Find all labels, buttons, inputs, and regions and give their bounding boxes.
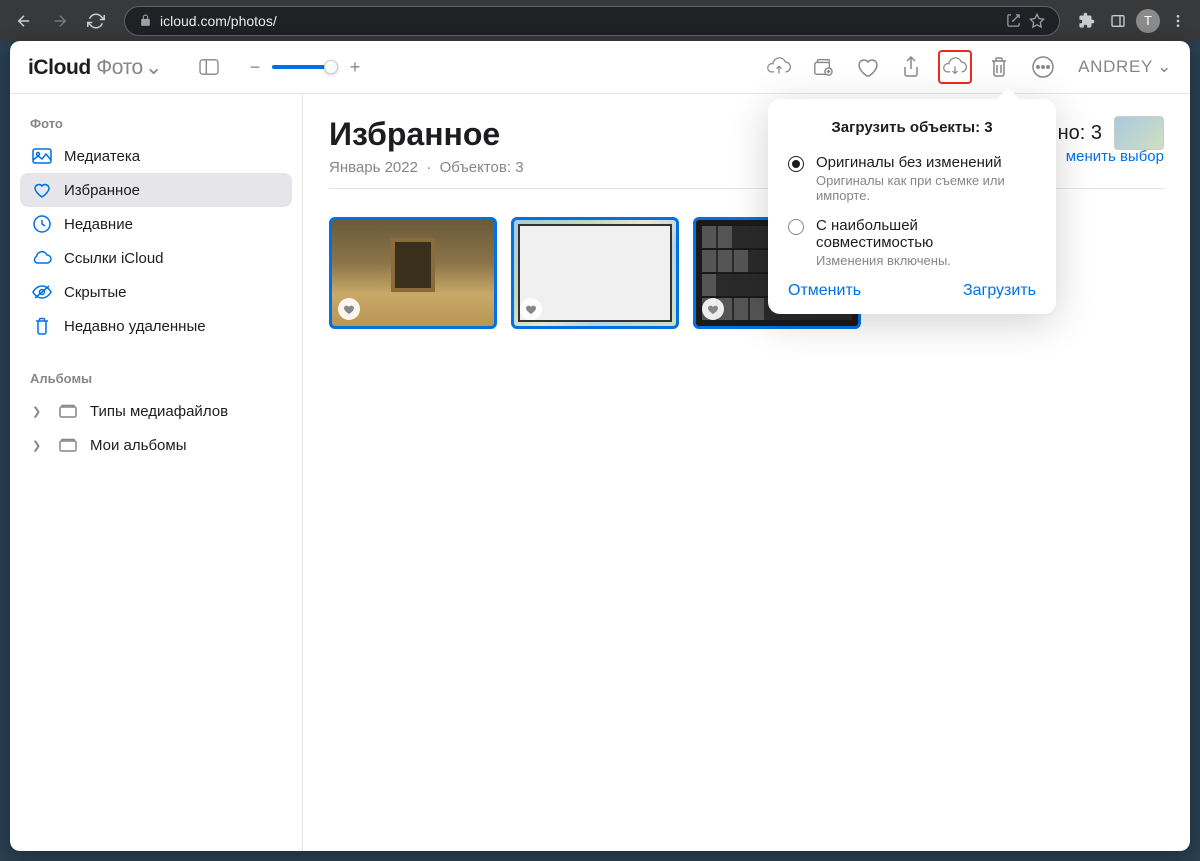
sidebar-toggle-button[interactable] [192, 50, 226, 84]
sidebar: Фото Медиатека Избранное Недавние Ссылки… [10, 94, 303, 851]
photo-thumb[interactable] [511, 217, 679, 329]
download-button[interactable] [938, 50, 972, 84]
zoom-slider[interactable] [272, 65, 338, 69]
cloud-icon [32, 248, 52, 268]
sidebar-item-media-types[interactable]: ❯Типы медиафайлов [20, 394, 292, 428]
icloud-photos-app: iCloud Фото⌄ − + ANDREY⌄ Фото Медиатека … [10, 41, 1190, 851]
sidebar-item-icloud-links[interactable]: Ссылки iCloud [20, 241, 292, 275]
radio-icon [788, 219, 804, 235]
url-bar[interactable]: icloud.com/photos/ [124, 6, 1060, 36]
add-album-button[interactable] [806, 50, 840, 84]
heart-icon [520, 298, 542, 320]
sidebar-item-my-albums[interactable]: ❯Мои альбомы [20, 428, 292, 462]
back-button[interactable] [8, 5, 40, 37]
sidebar-item-hidden[interactable]: Скрытые [20, 275, 292, 309]
reload-button[interactable] [80, 5, 112, 37]
heart-icon [702, 298, 724, 320]
favorite-button[interactable] [850, 50, 884, 84]
folder-icon [58, 435, 78, 455]
zoom-in-button[interactable]: + [346, 57, 364, 78]
download-confirm-button[interactable]: Загрузить [963, 282, 1036, 300]
chevron-down-icon: ⌄ [145, 56, 162, 79]
chevron-down-icon: ⌄ [1157, 57, 1172, 77]
chevron-right-icon: ❯ [32, 405, 46, 418]
sidebar-item-recently-deleted[interactable]: Недавно удаленные [20, 309, 292, 343]
browser-toolbar: icloud.com/photos/ T [0, 0, 1200, 41]
upload-button[interactable] [762, 50, 796, 84]
mini-thumb [1114, 116, 1164, 150]
zoom-out-button[interactable]: − [246, 57, 264, 78]
radio-originals[interactable]: Оригиналы без изменений Оригиналы как пр… [788, 154, 1036, 203]
download-popover: Загрузить объекты: 3 Оригиналы без измен… [768, 99, 1056, 314]
menu-icon[interactable] [1164, 7, 1192, 35]
zoom-control[interactable]: − + [246, 57, 364, 78]
share-button[interactable] [894, 50, 928, 84]
star-icon[interactable] [1029, 13, 1045, 29]
selection-status: но: 3 [1058, 116, 1164, 150]
sidebar-item-library[interactable]: Медиатека [20, 139, 292, 173]
sidebar-section-photos: Фото [20, 110, 292, 139]
extensions-icon[interactable] [1072, 7, 1100, 35]
radio-icon [788, 156, 804, 172]
more-button[interactable] [1026, 50, 1060, 84]
lock-icon [139, 14, 152, 27]
sidebar-item-favorites[interactable]: Избранное [20, 173, 292, 207]
app-title[interactable]: iCloud Фото⌄ [28, 55, 162, 80]
sidebar-item-recents[interactable]: Недавние [20, 207, 292, 241]
profile-avatar[interactable]: T [1136, 9, 1160, 33]
trash-icon [32, 316, 52, 336]
heart-icon [32, 180, 52, 200]
cancel-button[interactable]: Отменить [788, 282, 861, 300]
radio-compatible[interactable]: С наибольшей совместимостью Изменения вк… [788, 217, 1036, 268]
change-selection-link[interactable]: менить выбор [1066, 148, 1164, 165]
popover-title: Загрузить объекты: 3 [788, 119, 1036, 136]
library-icon [32, 146, 52, 166]
user-menu[interactable]: ANDREY⌄ [1078, 57, 1172, 77]
folder-icon [58, 401, 78, 421]
share-icon[interactable] [1006, 13, 1021, 28]
sidebar-section-albums: Альбомы [20, 365, 292, 394]
photo-thumb[interactable] [329, 217, 497, 329]
chevron-right-icon: ❯ [32, 439, 46, 452]
panel-icon[interactable] [1104, 7, 1132, 35]
main-content: Избранное Январь 2022 · Объектов: 3 [303, 94, 1190, 851]
clock-icon [32, 214, 52, 234]
painting-placeholder [391, 238, 435, 292]
delete-button[interactable] [982, 50, 1016, 84]
heart-icon [338, 298, 360, 320]
forward-button[interactable] [44, 5, 76, 37]
app-toolbar: iCloud Фото⌄ − + ANDREY⌄ [10, 41, 1190, 94]
url-text: icloud.com/photos/ [160, 13, 998, 29]
eye-off-icon [32, 282, 52, 302]
